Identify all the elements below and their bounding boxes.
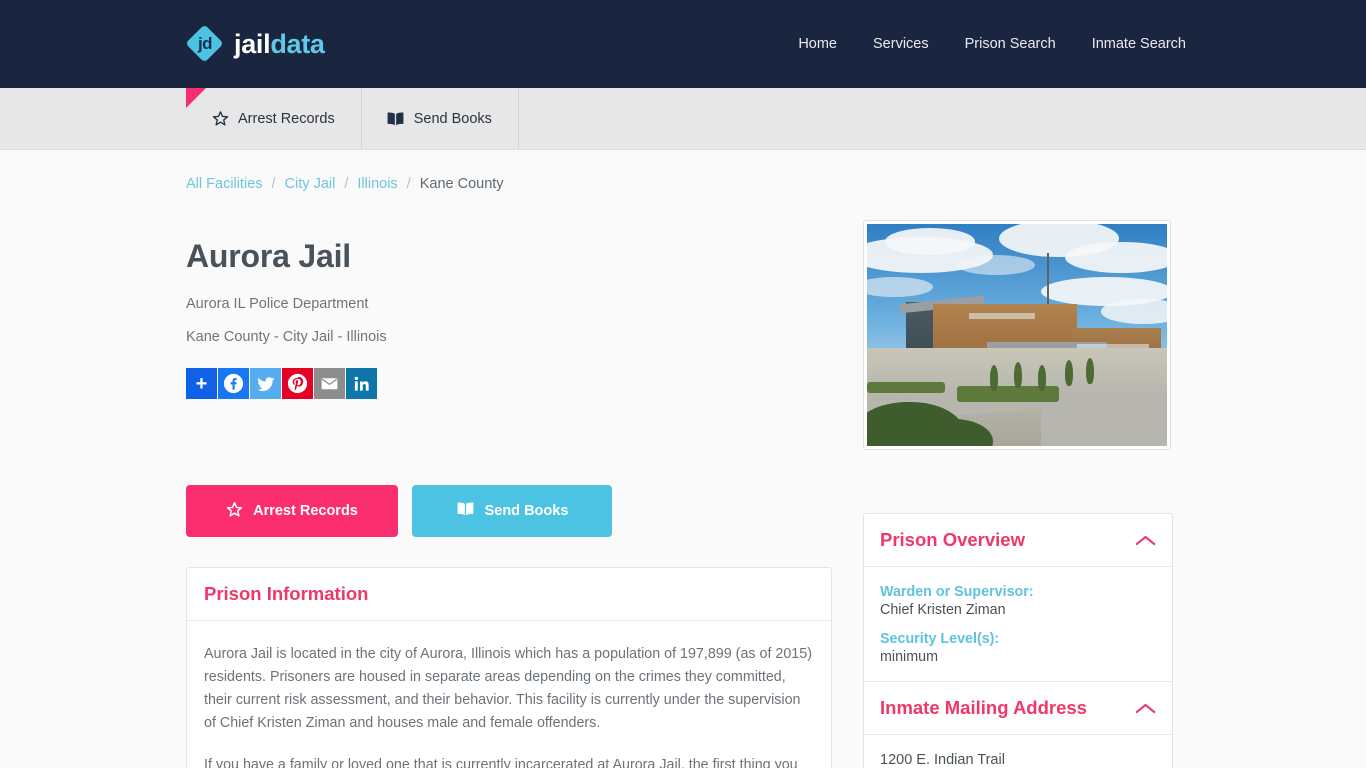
arrest-records-button[interactable]: Arrest Records — [186, 485, 398, 537]
inmate-mailing-address-heading: Inmate Mailing Address — [880, 697, 1087, 718]
warden-label: Warden or Supervisor: — [880, 584, 1034, 600]
sidebar-accordion: Prison Overview Warden or Supervisor: Ch… — [863, 513, 1173, 768]
facebook-icon — [223, 373, 244, 394]
send-books-button[interactable]: Send Books — [412, 485, 612, 537]
book-open-icon — [386, 111, 405, 127]
page-title: Aurora Jail — [186, 238, 351, 274]
twitter-icon — [256, 374, 276, 394]
nav-item-prison-search[interactable]: Prison Search — [965, 36, 1056, 52]
corner-ribbon-marker — [186, 88, 206, 108]
action-buttons: Arrest Records Send Books — [186, 485, 863, 537]
facility-photo — [867, 224, 1167, 446]
social-share-bar: + — [186, 368, 863, 399]
tab-send-books[interactable]: Send Books — [362, 88, 519, 149]
logo-mark-letters: jd — [197, 34, 213, 53]
tab-arrest-records[interactable]: Arrest Records — [186, 88, 362, 149]
security-level-label: Security Level(s): — [880, 631, 1000, 647]
warden-value: Chief Kristen Ziman — [880, 602, 1006, 618]
brand-wordmark: jaildata — [234, 28, 325, 59]
site-logo[interactable]: jd jaildata — [185, 24, 325, 63]
main-column: Aurora Jail Aurora IL Police Department … — [183, 220, 863, 768]
book-open-icon — [456, 501, 475, 521]
tab-arrest-records-label: Arrest Records — [238, 110, 335, 127]
linkedin-icon — [352, 374, 372, 394]
share-pinterest-button[interactable] — [282, 368, 313, 399]
inmate-mailing-address-header[interactable]: Inmate Mailing Address — [864, 682, 1172, 735]
facility-location: Kane County - City Jail - Illinois — [186, 329, 387, 345]
breadcrumb-item-all-facilities[interactable]: All Facilities — [186, 176, 263, 192]
prison-information-heading: Prison Information — [204, 583, 369, 604]
jd-diamond-logo-icon: jd — [185, 24, 224, 63]
secondary-tab-bar: Arrest Records Send Books — [0, 88, 1366, 150]
share-addthis-button[interactable]: + — [186, 368, 217, 399]
prison-information-card: Prison Information Aurora Jail is locate… — [186, 567, 832, 768]
nav-item-home[interactable]: Home — [798, 36, 837, 52]
breadcrumb-item-illinois[interactable]: Illinois — [357, 176, 397, 192]
share-linkedin-button[interactable] — [346, 368, 377, 399]
breadcrumb-item-kane-county: Kane County — [419, 176, 504, 192]
address-line-1: 1200 E. Indian Trail — [880, 752, 1005, 768]
prison-information-header: Prison Information — [187, 568, 831, 621]
breadcrumb-separator: / — [344, 176, 349, 192]
star-icon — [226, 501, 243, 522]
send-books-button-label: Send Books — [484, 503, 569, 519]
security-level-value: minimum — [880, 649, 938, 665]
prison-overview-heading: Prison Overview — [880, 529, 1025, 550]
inmate-mailing-address-body: 1200 E. Indian Trail — [864, 735, 1172, 768]
prison-overview-header[interactable]: Prison Overview — [864, 514, 1172, 567]
breadcrumb: All Facilities / City Jail / Illinois / … — [183, 150, 1183, 192]
tab-send-books-label: Send Books — [413, 110, 492, 127]
share-twitter-button[interactable] — [250, 368, 281, 399]
chevron-up-icon[interactable] — [1135, 702, 1156, 715]
share-facebook-button[interactable] — [218, 368, 249, 399]
chevron-up-icon[interactable] — [1135, 534, 1156, 547]
arrest-records-button-label: Arrest Records — [253, 503, 358, 519]
plus-icon: + — [195, 372, 208, 395]
pinterest-icon — [287, 373, 308, 394]
nav-item-inmate-search[interactable]: Inmate Search — [1092, 36, 1186, 52]
breadcrumb-separator: / — [406, 176, 411, 192]
brand-word-1: jail — [234, 28, 271, 59]
site-header: jd jaildata Home Services Prison Search … — [0, 0, 1366, 88]
share-email-button[interactable] — [314, 368, 345, 399]
prison-overview-body: Warden or Supervisor: Chief Kristen Zima… — [864, 567, 1172, 681]
main-navigation: Home Services Prison Search Inmate Searc… — [798, 36, 1186, 52]
brand-word-2: data — [270, 28, 325, 59]
breadcrumb-item-city-jail[interactable]: City Jail — [285, 176, 336, 192]
page-content: All Facilities / City Jail / Illinois / … — [0, 150, 1366, 768]
facility-photo-frame — [863, 220, 1171, 450]
sidebar-column: Prison Overview Warden or Supervisor: Ch… — [863, 220, 1183, 768]
breadcrumb-separator: / — [271, 176, 276, 192]
prison-information-paragraph: If you have a family or loved one that i… — [204, 756, 798, 768]
email-icon — [319, 373, 340, 394]
star-icon — [212, 110, 229, 127]
facility-department: Aurora IL Police Department — [186, 296, 369, 312]
prison-information-paragraph: Aurora Jail is located in the city of Au… — [204, 646, 812, 732]
nav-item-services[interactable]: Services — [873, 36, 929, 52]
prison-information-body: Aurora Jail is located in the city of Au… — [187, 621, 831, 768]
